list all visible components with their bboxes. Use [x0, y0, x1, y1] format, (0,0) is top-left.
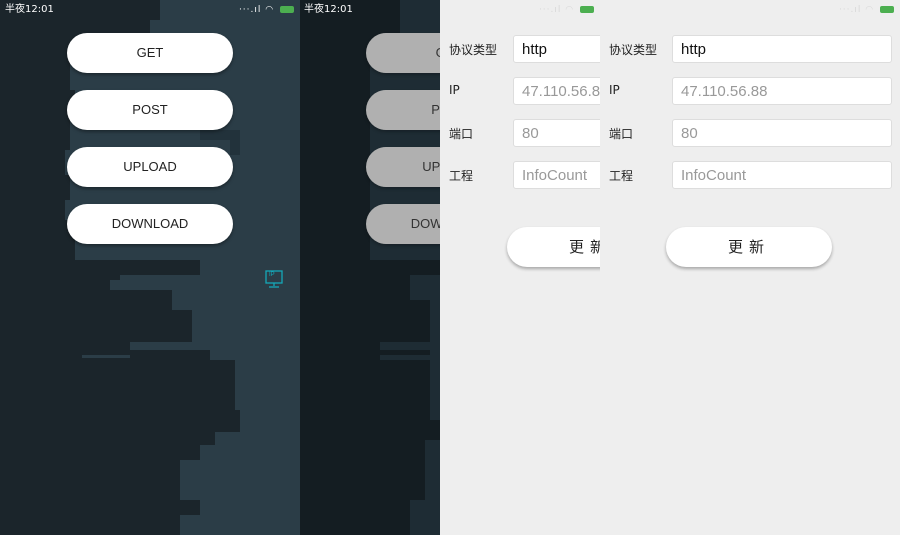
- project-input[interactable]: [513, 161, 600, 189]
- get-button[interactable]: GET: [67, 33, 233, 73]
- ip-label: IP: [449, 83, 460, 97]
- protocol-input[interactable]: [513, 35, 600, 63]
- upload-button[interactable]: UPLOAD: [67, 147, 233, 187]
- battery-icon: [880, 6, 894, 13]
- protocol-label: 协议类型: [449, 43, 498, 57]
- wifi-icon: ◠: [265, 5, 275, 15]
- status-time: 半夜12:01: [5, 4, 54, 15]
- ip-row: IP: [440, 77, 600, 107]
- status-bar: 半夜12:01: [300, 0, 440, 20]
- download-button[interactable]: DOWNLOAD: [67, 204, 233, 244]
- update-button[interactable]: 更新: [666, 227, 832, 267]
- status-bar: 半夜12:01 ···.ıl ◠: [0, 0, 300, 20]
- signal-icon: ···.ıl: [538, 5, 562, 15]
- settings-screen-partial: 半夜12:01 ···.ıl ◠ 协议类型 IP 端口 工程 更新: [440, 0, 600, 535]
- project-row: 工程: [440, 161, 600, 191]
- download-button[interactable]: DOWNLOAD: [366, 204, 440, 244]
- ip-input[interactable]: [672, 77, 892, 105]
- status-time: 半夜12:01: [304, 4, 353, 15]
- menu-screen: 半夜12:01 ···.ıl ◠ GET POST UPLOAD DOWNLOA…: [0, 0, 300, 535]
- wifi-icon: ◠: [865, 5, 875, 15]
- port-label: 端口: [609, 127, 634, 141]
- signal-icon: ···.ıl: [238, 5, 262, 15]
- ip-label: IP: [609, 83, 620, 97]
- project-input[interactable]: [672, 161, 892, 189]
- protocol-input[interactable]: [672, 35, 892, 63]
- settings-screen: ···.ıl ◠ 协议类型 IP 端口 工程 更新: [600, 0, 900, 535]
- ip-badge-label: IP: [269, 272, 275, 278]
- battery-icon: [580, 6, 594, 13]
- project-label: 工程: [449, 169, 474, 183]
- battery-icon: [280, 6, 294, 13]
- ip-input[interactable]: [513, 77, 600, 105]
- port-input[interactable]: [513, 119, 600, 147]
- signal-icon: ···.ıl: [838, 5, 862, 15]
- update-button[interactable]: 更新: [507, 227, 600, 267]
- wifi-icon: ◠: [565, 5, 575, 15]
- status-icons: ···.ıl ◠: [539, 0, 594, 20]
- ip-row: IP: [600, 77, 900, 107]
- ip-settings-icon[interactable]: IP: [265, 270, 283, 288]
- project-row: 工程: [600, 161, 900, 191]
- protocol-label: 协议类型: [609, 43, 658, 57]
- post-button[interactable]: POST: [67, 90, 233, 130]
- protocol-row: 协议类型: [600, 35, 900, 65]
- city-silhouette-background: [65, 0, 300, 535]
- status-bar: ···.ıl ◠: [600, 0, 900, 20]
- status-bar: 半夜12:01 ···.ıl ◠: [440, 0, 600, 20]
- port-row: 端口: [440, 119, 600, 149]
- menu-screen-dimmed: 半夜12:01 GET POST UPLOAD DOWNLOAD: [300, 0, 440, 535]
- protocol-row: 协议类型: [440, 35, 600, 65]
- project-label: 工程: [609, 169, 634, 183]
- city-silhouette-background: [370, 0, 440, 535]
- port-input[interactable]: [672, 119, 892, 147]
- port-label: 端口: [449, 127, 474, 141]
- upload-button[interactable]: UPLOAD: [366, 147, 440, 187]
- get-button[interactable]: GET: [366, 33, 440, 73]
- status-icons: ···.ıl ◠: [839, 0, 894, 20]
- status-icons: ···.ıl ◠: [239, 0, 294, 20]
- post-button[interactable]: POST: [366, 90, 440, 130]
- port-row: 端口: [600, 119, 900, 149]
